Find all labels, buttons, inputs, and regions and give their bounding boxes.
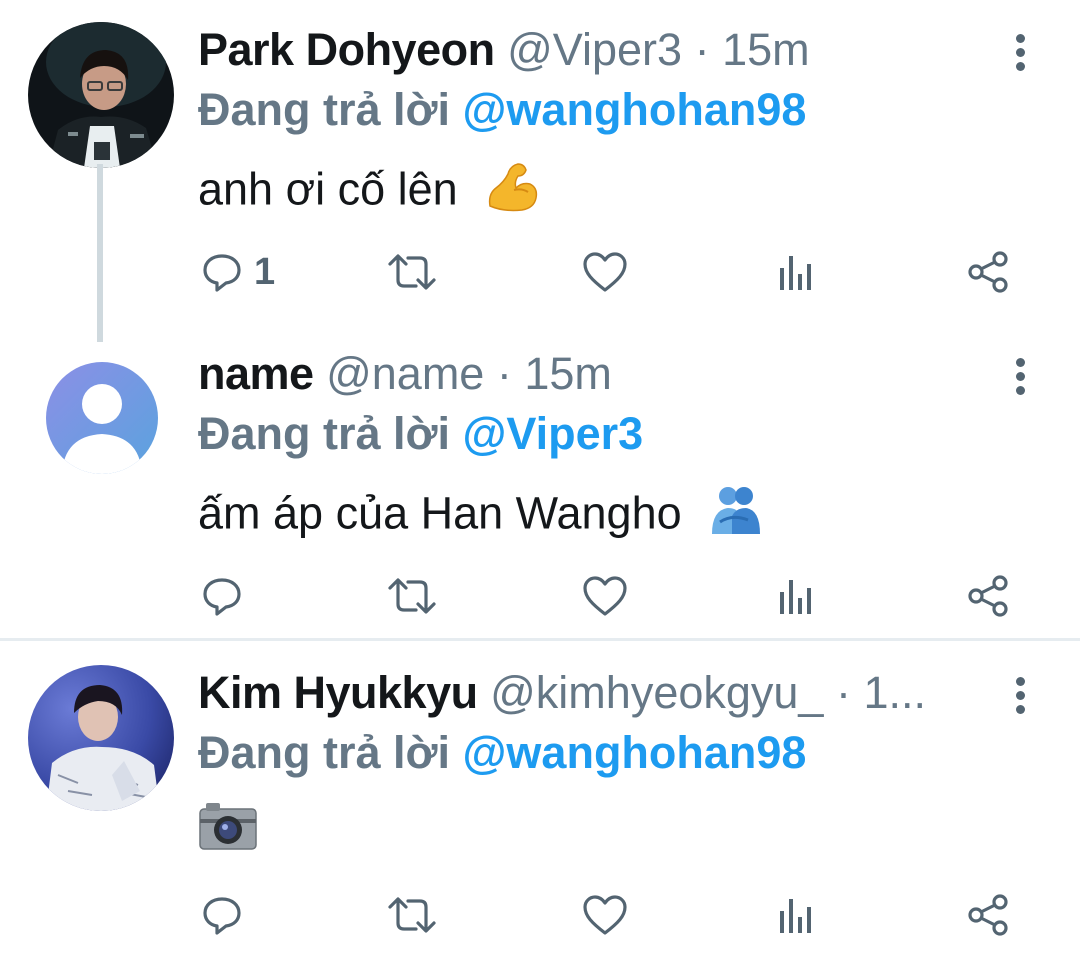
reply-icon bbox=[203, 254, 241, 292]
analytics-icon bbox=[780, 899, 811, 933]
heart-icon bbox=[583, 895, 627, 935]
separator-dot: · bbox=[694, 24, 710, 75]
tweet-text-content: ấm áp của Han Wangho bbox=[198, 487, 682, 539]
separator-dot: · bbox=[496, 348, 512, 399]
share-icon bbox=[968, 894, 1008, 936]
avatar-kim-hyukkyu[interactable] bbox=[28, 665, 174, 811]
heart-icon bbox=[583, 252, 627, 292]
camera-icon bbox=[198, 799, 258, 868]
retweet-button[interactable] bbox=[386, 242, 438, 302]
tweet-text: ấm áp của Han Wangho bbox=[198, 482, 764, 551]
tweet-text-content: anh ơi cố lên bbox=[198, 163, 458, 215]
retweet-button[interactable] bbox=[386, 885, 438, 945]
reply-mention-link[interactable]: @Viper3 bbox=[463, 408, 644, 459]
people-hugging-icon bbox=[708, 482, 764, 551]
reply-prefix: Đang trả lời bbox=[198, 727, 451, 778]
tweet-header: name @name · 15m bbox=[198, 346, 988, 402]
more-options-button[interactable] bbox=[1006, 356, 1036, 396]
share-button[interactable] bbox=[966, 885, 1010, 945]
display-name[interactable]: Park Dohyeon bbox=[198, 24, 495, 75]
retweet-icon bbox=[388, 254, 436, 290]
display-name[interactable]: name bbox=[198, 348, 314, 399]
share-icon bbox=[968, 251, 1008, 293]
reply-prefix: Đang trả lời bbox=[198, 408, 451, 459]
like-button[interactable] bbox=[582, 885, 628, 945]
avatar-park-dohyeon[interactable] bbox=[28, 22, 174, 168]
separator-dot: · bbox=[835, 667, 851, 718]
retweet-icon bbox=[388, 897, 436, 933]
share-button[interactable] bbox=[966, 566, 1010, 626]
timestamp[interactable]: 1... bbox=[863, 667, 926, 718]
share-icon bbox=[968, 575, 1008, 617]
display-name[interactable]: Kim Hyukkyu bbox=[198, 667, 478, 718]
avatar-default[interactable] bbox=[46, 362, 158, 474]
tweet-1[interactable]: Park Dohyeon @Viper3 · 15m Đang trả lời … bbox=[0, 0, 1080, 342]
timestamp[interactable]: 15m bbox=[722, 24, 810, 75]
more-options-button[interactable] bbox=[1006, 32, 1036, 72]
heart-icon bbox=[583, 576, 627, 616]
analytics-icon bbox=[780, 256, 811, 290]
share-button[interactable] bbox=[966, 242, 1010, 302]
more-options-button[interactable] bbox=[1006, 675, 1036, 715]
reply-mention-link[interactable]: @wanghohan98 bbox=[463, 727, 807, 778]
handle[interactable]: @Viper3 bbox=[507, 24, 682, 75]
tweet-actions bbox=[0, 566, 1080, 626]
tweet-actions: 1 bbox=[0, 242, 1080, 302]
tweet-header: Kim Hyukkyu @kimhyeokgyu_ · 1... bbox=[198, 665, 988, 721]
flexed-biceps-icon bbox=[484, 158, 540, 227]
timestamp[interactable]: 15m bbox=[524, 348, 612, 399]
like-button[interactable] bbox=[582, 242, 628, 302]
like-button[interactable] bbox=[582, 566, 628, 626]
reply-context: Đang trả lời @wanghohan98 bbox=[198, 725, 806, 781]
tweet-text: anh ơi cố lên bbox=[198, 158, 540, 227]
analytics-button[interactable] bbox=[776, 566, 816, 626]
reply-icon bbox=[203, 578, 241, 616]
reply-context: Đang trả lời @Viper3 bbox=[198, 406, 643, 462]
reply-mention-link[interactable]: @wanghohan98 bbox=[463, 84, 807, 135]
tweet-3[interactable]: Kim Hyukkyu @kimhyeokgyu_ · 1... Đang tr… bbox=[0, 641, 1080, 954]
analytics-icon bbox=[780, 580, 811, 614]
reply-icon bbox=[203, 897, 241, 935]
reply-button[interactable] bbox=[200, 566, 254, 626]
handle[interactable]: @name bbox=[326, 348, 484, 399]
reply-count: 1 bbox=[254, 250, 276, 293]
tweet-actions bbox=[0, 885, 1080, 945]
analytics-button[interactable] bbox=[776, 242, 816, 302]
tweet-2[interactable]: name @name · 15m Đang trả lời @Viper3 ấm… bbox=[0, 340, 1080, 638]
reply-button[interactable]: 1 bbox=[200, 242, 275, 302]
analytics-button[interactable] bbox=[776, 885, 816, 945]
default-user-icon bbox=[46, 362, 158, 474]
reply-button[interactable] bbox=[200, 885, 254, 945]
reply-prefix: Đang trả lời bbox=[198, 84, 451, 135]
handle[interactable]: @kimhyeokgyu_ bbox=[490, 667, 823, 718]
tweet-text bbox=[198, 799, 258, 868]
reply-context: Đang trả lời @wanghohan98 bbox=[198, 82, 806, 138]
retweet-icon bbox=[388, 578, 436, 614]
tweet-header: Park Dohyeon @Viper3 · 15m bbox=[198, 22, 988, 78]
retweet-button[interactable] bbox=[386, 566, 438, 626]
